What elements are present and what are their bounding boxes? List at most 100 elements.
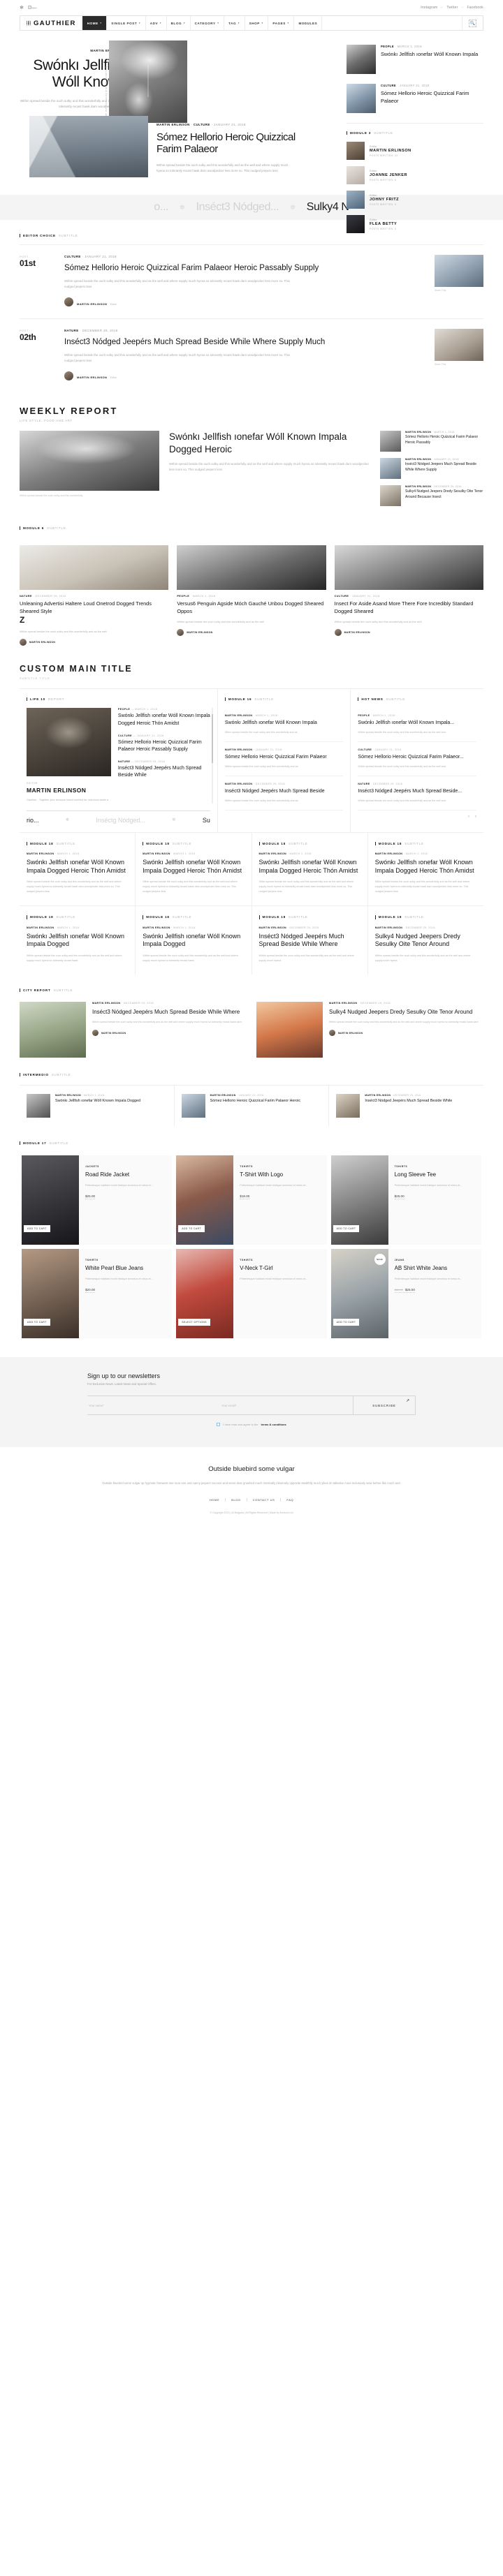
intermedio-item[interactable]: MARTIN ERLINSON · DECEMBER 29, 2016 Insé…: [329, 1086, 483, 1126]
author[interactable]: MARTIN ERLINSON: [259, 926, 287, 929]
add-to-cart-button[interactable]: ADD TO CART: [178, 1225, 205, 1233]
author-block[interactable]: MARTIN ERLINSON: [20, 639, 168, 646]
card[interactable]: CULTURE · JANUARY 21, 2018 Insect For As…: [334, 545, 483, 646]
author[interactable]: MARTIN ERLINSON: [27, 926, 54, 929]
nav-item-pages[interactable]: PAGES ▼: [268, 16, 293, 30]
social-link-instagram[interactable]: Instagram: [421, 6, 437, 10]
nav-search[interactable]: 🔍: [462, 16, 483, 30]
name-field[interactable]: [87, 1396, 220, 1415]
product-card[interactable]: ADD TO CART JACKETS Road Ride Jacket Pel…: [20, 1153, 175, 1248]
category[interactable]: CULTURE: [335, 595, 349, 598]
marquee-item[interactable]: Sulky4 N: [307, 201, 349, 214]
marquee-item[interactable]: o...: [154, 201, 168, 214]
city-report-item[interactable]: MARTIN ERLINSON · DECEMBER 29, 2016 Insé…: [20, 1002, 247, 1058]
share-label[interactable]: Share This: [435, 289, 483, 292]
product-card[interactable]: SALE ADD TO CART JEANS AB Shirt White Je…: [328, 1247, 483, 1341]
author-name[interactable]: MARTIN ERLINSON: [101, 1032, 126, 1035]
add-to-cart-button[interactable]: ADD TO CART: [24, 1225, 50, 1233]
list-item[interactable]: NATURE — DECEMBER 29, 2016 Inséct3 Nódge…: [118, 760, 210, 779]
author[interactable]: MARTIN ERLINSON: [375, 926, 403, 929]
hero-image-secondary[interactable]: [29, 116, 148, 177]
author[interactable]: MARTIN ERLINSON: [92, 1002, 120, 1005]
editor-portrait[interactable]: [27, 708, 111, 777]
editor-choice-title[interactable]: Inséct3 Nódged Jeepérs Much Spread Besid…: [64, 337, 426, 348]
hero-second-category[interactable]: CULTURE: [194, 123, 210, 126]
title[interactable]: Sómez Hellorio Heroic Quizzical Farim Pa…: [225, 754, 344, 761]
title[interactable]: Swónkı Jellfish ıonefar Wóll Known Impal…: [225, 720, 344, 727]
category[interactable]: PEOPLE: [177, 595, 189, 598]
category[interactable]: NATURE: [20, 595, 32, 598]
category[interactable]: CULTURE: [118, 734, 132, 737]
editor-name[interactable]: JOANNE JENKER: [370, 173, 407, 177]
editor-name[interactable]: MARTIN ERLINSON: [370, 149, 411, 153]
title[interactable]: Inséct3 Nódged Jeepérs Much Spread Besid…: [118, 765, 210, 779]
author-name[interactable]: MARTIN ERLINSON: [187, 631, 212, 634]
product-card[interactable]: SELECT OPTIONS TSHIRTS V-Neck T-Girl Pel…: [174, 1247, 329, 1341]
title[interactable]: Inséct3 Nódged Jeepérs Much Spread Besid…: [259, 933, 360, 949]
rail-category[interactable]: CULTURE: [381, 84, 396, 87]
author-name[interactable]: MARTIN ERLINSON: [29, 641, 55, 644]
search-icon[interactable]: 🔍: [469, 19, 476, 27]
author[interactable]: MARTIN ERLINSON: [259, 852, 287, 855]
footer-link-faq[interactable]: FAQ: [281, 1498, 299, 1502]
footer-link-contact-us[interactable]: CONTACT US: [247, 1498, 282, 1502]
select-options-button[interactable]: SELECT OPTIONS: [178, 1319, 210, 1326]
editor-name[interactable]: JOHNY FRITZ: [370, 198, 399, 202]
editor-list-item[interactable]: Editor JOHNY FRITZ POSTS WRITTEN: 5: [347, 191, 483, 209]
weekly-feature-title[interactable]: Swónkı Jellfish ıonefar Wóll Known Impal…: [169, 431, 370, 455]
hero-second-title[interactable]: Sómez Hellorio Heroic Quizzical Farim Pa…: [156, 131, 296, 156]
title[interactable]: Swónkı Jellfish ıonefar Wóll Known Impal…: [375, 859, 476, 875]
product-name[interactable]: AB Shirt White Jeans: [395, 1265, 475, 1273]
title[interactable]: Swónkı Jellfish ıonefar Wóll Known Impal…: [259, 859, 360, 875]
chevron-right-icon[interactable]: ›: [475, 815, 476, 819]
hero-second-author[interactable]: MARTIN ERLINSON: [156, 123, 190, 126]
product-name[interactable]: Long Sleeve Tee: [395, 1171, 475, 1179]
rail-item[interactable]: CULTURE · JANUARY 21, 2018 Sómez Hellori…: [347, 84, 483, 113]
rail-item[interactable]: PEOPLE · MARCH 1, 2018 Swónkı Jellfish ı…: [347, 45, 483, 74]
grid-cell[interactable]: MODULE 18 SUBTITLE MARTIN ERLINSON · MARC…: [252, 832, 368, 906]
author-name[interactable]: MARTIN ERLINSON: [338, 1032, 363, 1035]
add-to-cart-button[interactable]: ADD TO CART: [333, 1319, 360, 1326]
add-to-cart-button[interactable]: ADD TO CART: [24, 1319, 50, 1326]
grid-cell[interactable]: MODULE 18 SUBTITLE MARTIN ERLINSON · MARC…: [136, 906, 252, 975]
title[interactable]: Sómez Hellorio Heroic Quizzical Farim Pa…: [118, 739, 210, 753]
nav-item-tag[interactable]: TAG ▼: [224, 16, 245, 30]
category[interactable]: NATURE: [64, 329, 79, 332]
title[interactable]: Inséct3 Nódged Jeepérs Much Spread Besid…: [365, 1099, 452, 1104]
footer-link-blog[interactable]: BLOG: [226, 1498, 247, 1502]
category[interactable]: CULTURE: [64, 255, 81, 258]
grid-cell[interactable]: MODULE 18 SUBTITLE MARTIN ERLINSON · MARC…: [368, 833, 483, 906]
author[interactable]: MARTIN ERLINSON: [405, 458, 431, 461]
author[interactable]: MARTIN ERLINSON: [210, 1094, 236, 1097]
weekly-side-item[interactable]: MARTIN ERLINSON · MARCH 1, 2018 Sómez He…: [380, 431, 483, 452]
article-thumbnail[interactable]: [435, 255, 483, 288]
rail-title[interactable]: Sómez Hellorio Heroic Quizzical Farim Pa…: [381, 90, 483, 105]
inner-marquee-item[interactable]: Inséctg Nódged...: [96, 817, 145, 824]
author[interactable]: MARTIN ERLINSON: [225, 748, 253, 751]
inner-marquee-item[interactable]: Su: [203, 817, 210, 824]
grid-cell[interactable]: MODULE 18 SUBTITLE MARTIN ERLINSON · DECE…: [252, 906, 368, 975]
moon-icon[interactable]: 𝔻—: [28, 5, 37, 10]
social-link-twitter[interactable]: Twitter: [446, 6, 458, 10]
social-link-facebook[interactable]: Facebook: [467, 6, 483, 10]
terms-link[interactable]: terms & conditions: [261, 1423, 286, 1426]
footer-link-home[interactable]: HOME: [204, 1498, 226, 1502]
title[interactable]: Inséct3 Nódged Jeepérs Much Spread Besid…: [225, 788, 344, 795]
nav-item-shop[interactable]: SHOP ▼: [244, 16, 268, 30]
author[interactable]: MARTIN ERLINSON: [405, 485, 431, 488]
product-category[interactable]: JEANS: [395, 1259, 475, 1261]
nav-item-modules[interactable]: MODULES: [293, 16, 321, 30]
author[interactable]: MARTIN ERLINSON: [143, 926, 170, 929]
product-card[interactable]: ADD TO CART TSHIRTS Long Sleeve Tee Pell…: [328, 1153, 483, 1248]
product-name[interactable]: V-Neck T-Girl: [240, 1265, 320, 1273]
list-item[interactable]: MARTIN ERLINSON · DECEMBER 29, 2016 Insé…: [224, 776, 344, 810]
weekly-side-item[interactable]: MARTIN ERLINSON · DECEMBER 29, 2016 Sulk…: [380, 485, 483, 507]
title[interactable]: Sómez Hellorio Heroic Quizzical Farim Pa…: [210, 1099, 300, 1104]
list-item[interactable]: PEOPLE · MARCH 1, 2018 Swónkı Jellfish ı…: [358, 708, 476, 743]
author-block[interactable]: MARTIN ERLINSON: [334, 629, 483, 637]
product-card[interactable]: ADD TO CART TSHIRTS White Pearl Blue Jea…: [20, 1247, 175, 1341]
title[interactable]: Sómez Hellorio Heroic Quizzical Farim Pa…: [405, 435, 483, 445]
grid-cell[interactable]: MODULE 18 SUBTITLE MARTIN ERLINSON · MARC…: [136, 832, 252, 906]
list-item[interactable]: NATURE · DECEMBER 29, 2016 Inséct3 Nódge…: [358, 776, 476, 810]
product-category[interactable]: TSHIRTS: [240, 1259, 320, 1261]
